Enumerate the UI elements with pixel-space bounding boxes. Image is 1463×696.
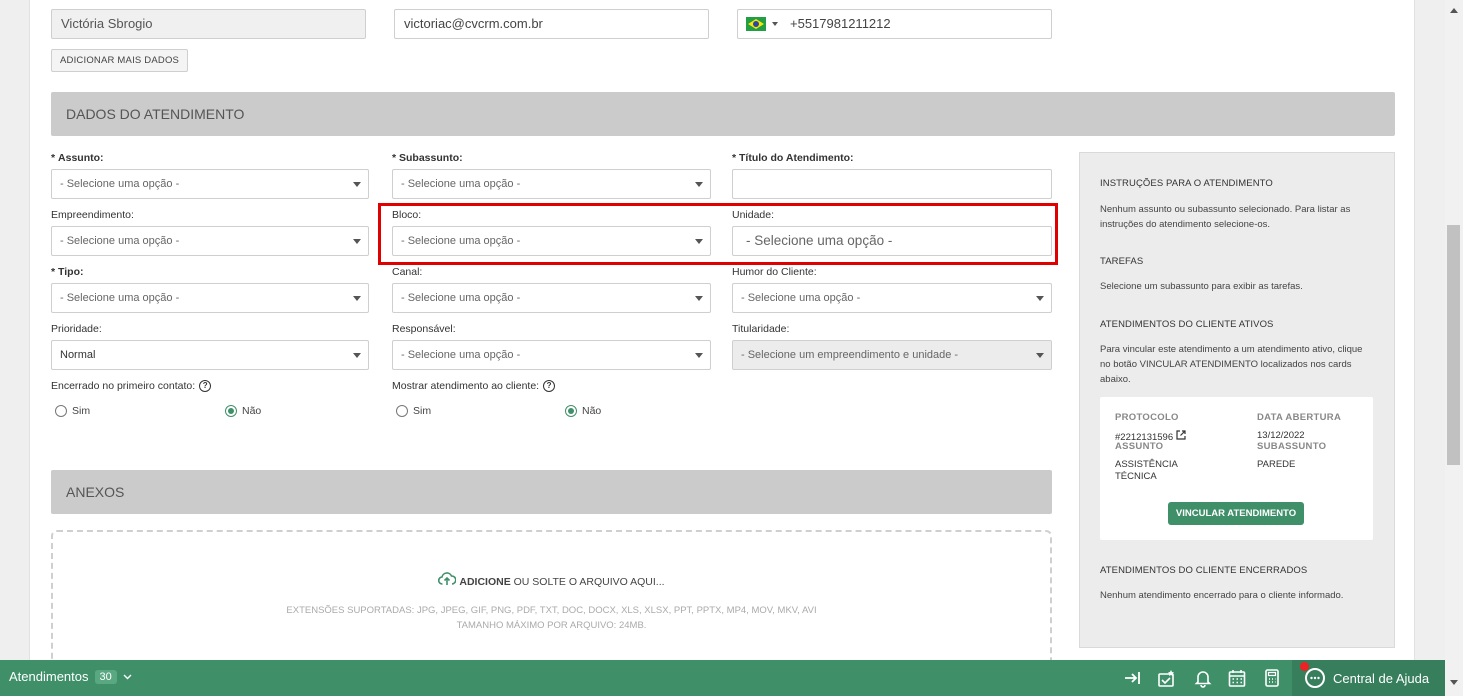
chevron-down-icon xyxy=(772,22,778,26)
chevron-down-icon xyxy=(353,182,361,187)
collapse-right-icon[interactable] xyxy=(1123,668,1143,688)
bottom-bar: Atendimentos 30 Central de Ajuda xyxy=(0,660,1445,696)
responsavel-label: Responsável: xyxy=(392,323,456,335)
calculator-icon[interactable] xyxy=(1262,668,1282,688)
mostrar-label: Mostrar atendimento ao cliente:? xyxy=(392,380,556,393)
chevron-down-icon xyxy=(695,182,703,187)
subassunto-label: * Subassunto: xyxy=(392,152,463,164)
highlight-box xyxy=(378,203,1058,265)
tarefas-title: TAREFAS xyxy=(1100,256,1144,267)
file-dropzone[interactable] xyxy=(51,530,1052,670)
name-field[interactable]: Victória Sbrogio xyxy=(51,9,366,39)
assunto-select[interactable]: - Selecione uma opção - xyxy=(51,169,369,199)
chat-icon xyxy=(1305,668,1325,688)
email-field[interactable]: victoriac@cvcrm.com.br xyxy=(394,9,709,39)
subassunto-select[interactable]: - Selecione uma opção - xyxy=(392,169,711,199)
responsavel-select[interactable]: - Selecione uma opção - xyxy=(392,340,711,370)
titulo-label: * Título do Atendimento: xyxy=(732,152,854,164)
scroll-up-icon[interactable] xyxy=(1450,8,1458,13)
brazil-flag-icon xyxy=(746,17,766,31)
tarefas-text: Selecione um subassunto para exibir as t… xyxy=(1100,281,1303,292)
count-badge: 30 xyxy=(94,669,117,684)
prioridade-label: Prioridade: xyxy=(51,323,102,335)
scroll-down-icon[interactable] xyxy=(1450,680,1458,685)
protocolo-label: PROTOCOLO xyxy=(1115,412,1179,423)
instr-text: Nenhum assunto ou subassunto selecionado… xyxy=(1100,204,1351,230)
atendimentos-toggle[interactable]: Atendimentos 30 xyxy=(9,669,132,684)
upload-info: EXTENSÕES SUPORTADAS: JPG, JPEG, GIF, PN… xyxy=(286,605,817,631)
country-flag-selector[interactable] xyxy=(746,17,778,31)
titulo-input[interactable] xyxy=(732,169,1052,199)
external-link-icon[interactable] xyxy=(1176,430,1186,440)
chevron-down-icon xyxy=(353,353,361,358)
ativos-text: Para vincular este atendimento a um aten… xyxy=(1100,344,1363,385)
assunto-card-value: ASSISTÊNCIA TÉCNICA xyxy=(1115,459,1178,482)
radio-circle-checked xyxy=(225,405,237,417)
instr-title: INSTRUÇÕES PARA O ATENDIMENTO xyxy=(1100,178,1273,189)
encerrado-nao-radio[interactable]: Não xyxy=(225,405,261,417)
humor-select[interactable]: - Selecione uma opção - xyxy=(732,283,1052,313)
chevron-down-icon xyxy=(123,674,132,679)
chevron-down-icon xyxy=(1036,296,1044,301)
mostrar-nao-radio[interactable]: Não xyxy=(565,405,601,417)
titularidade-select: - Selecione um empreendimento e unidade … xyxy=(732,340,1052,370)
radio-circle-checked xyxy=(565,405,577,417)
empreendimento-label: Empreendimento: xyxy=(51,209,134,221)
assunto-label: * Assunto: xyxy=(51,152,104,164)
help-icon[interactable]: ? xyxy=(543,380,556,393)
cloud-upload-icon xyxy=(438,572,457,585)
chevron-down-icon xyxy=(1036,353,1044,358)
tasks-icon[interactable] xyxy=(1157,668,1177,688)
upload-prompt[interactable]: ADICIONE OU SOLTE O ARQUIVO AQUI... xyxy=(51,572,1052,588)
vertical-scrollbar[interactable] xyxy=(1445,0,1463,696)
radio-circle xyxy=(396,405,408,417)
form-page: Victória Sbrogio victoriac@cvcrm.com.br … xyxy=(29,0,1415,696)
instructions-panel: INSTRUÇÕES PARA O ATENDIMENTO Nenhum ass… xyxy=(1079,152,1395,648)
ativos-title: ATENDIMENTOS DO CLIENTE ATIVOS xyxy=(1100,319,1274,330)
data-value: 13/12/2022 xyxy=(1257,430,1305,441)
tipo-select[interactable]: - Selecione uma opção - xyxy=(51,283,369,313)
tipo-label: * Tipo: xyxy=(51,266,84,278)
phone-field[interactable]: +5517981211212 xyxy=(737,9,1052,39)
canal-label: Canal: xyxy=(392,266,423,278)
subassunto-card-label: SUBASSUNTO xyxy=(1257,441,1327,452)
encerrado-label: Encerrado no primeiro contato:? xyxy=(51,380,212,393)
subassunto-card-value: PAREDE xyxy=(1257,459,1296,470)
bell-icon[interactable] xyxy=(1193,668,1213,688)
chevron-down-icon xyxy=(353,296,361,301)
add-more-data-button[interactable]: ADICIONAR MAIS DADOS xyxy=(51,49,189,72)
encerrados-text: Nenhum atendimento encerrado para o clie… xyxy=(1100,590,1344,601)
vincular-atendimento-button[interactable]: VINCULAR ATENDIMENTO xyxy=(1168,502,1304,525)
help-center-button[interactable]: Central de Ajuda xyxy=(1292,660,1445,696)
empreendimento-select[interactable]: - Selecione uma opção - xyxy=(51,226,369,256)
chevron-down-icon xyxy=(695,353,703,358)
radio-circle xyxy=(55,405,67,417)
section-header-dados: DADOS DO ATENDIMENTO xyxy=(51,92,1395,136)
scrollbar-thumb[interactable] xyxy=(1447,225,1460,465)
canal-select[interactable]: - Selecione uma opção - xyxy=(392,283,711,313)
calendar-icon[interactable] xyxy=(1227,668,1247,688)
data-label: DATA ABERTURA xyxy=(1257,412,1342,423)
prioridade-select[interactable]: Normal xyxy=(51,340,369,370)
chevron-down-icon xyxy=(353,239,361,244)
notification-dot xyxy=(1300,662,1309,671)
section-header-anexos: ANEXOS xyxy=(51,470,1052,514)
titularidade-label: Titularidade: xyxy=(732,323,790,335)
encerrado-sim-radio[interactable]: Sim xyxy=(55,405,90,417)
help-icon[interactable]: ? xyxy=(199,380,212,393)
humor-label: Humor do Cliente: xyxy=(732,266,817,278)
atendimento-card: PROTOCOLO DATA ABERTURA #2212131596 13/1… xyxy=(1100,397,1373,540)
assunto-card-label: ASSUNTO xyxy=(1115,441,1164,452)
encerrados-title: ATENDIMENTOS DO CLIENTE ENCERRADOS xyxy=(1100,565,1308,576)
mostrar-sim-radio[interactable]: Sim xyxy=(396,405,431,417)
chevron-down-icon xyxy=(695,296,703,301)
